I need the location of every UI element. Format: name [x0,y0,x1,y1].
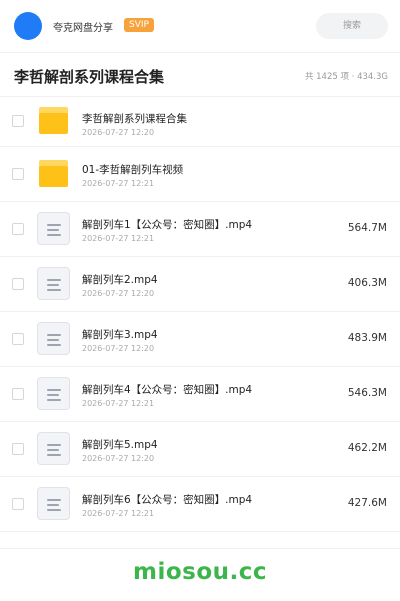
owner-name: 夸克网盘分享 [53,23,113,34]
item-name[interactable]: 解剖列车5.mp4 [82,437,158,452]
item-size: 483.9M [347,332,387,344]
file-row[interactable]: 解剖列车3.mp4 2026-07-27 12:20 483.9M [0,312,400,367]
video-file-icon [37,487,70,520]
video-file-icon [37,322,70,355]
file-row[interactable]: 解剖列车6【公众号：密知圈】.mp4 2026-07-27 12:21 427.6M [0,477,400,532]
item-date: 2026-07-27 12:21 [82,399,155,408]
select-checkbox[interactable] [12,443,24,455]
top-bar: 夸克网盘分享 SVIP [0,0,400,53]
item-date: 2026-07-27 12:21 [82,179,155,188]
item-summary: 共 1425 项 · 434.3G [304,72,388,82]
item-date: 2026-07-27 12:20 [82,344,155,353]
file-list: 李哲解剖系列课程合集 2026-07-27 12:20 01-李哲解剖列车视频 202… [0,96,400,532]
search-input[interactable] [316,13,388,39]
video-file-icon [37,212,70,245]
item-name[interactable]: 01-李哲解剖列车视频 [82,162,183,177]
item-name[interactable]: 解剖列车1【公众号：密知圈】.mp4 [82,217,252,232]
select-checkbox[interactable] [12,498,24,510]
svip-badge: SVIP [124,18,154,32]
video-file-icon [37,432,70,465]
footer: miosou.cc [0,548,400,601]
item-name[interactable]: 解剖列车2.mp4 [82,272,158,287]
select-checkbox[interactable] [12,223,24,235]
item-date: 2026-07-27 12:20 [82,128,155,137]
select-checkbox[interactable] [12,115,24,127]
folder-icon [39,107,68,134]
folder-header: 李哲解剖系列课程合集 共 1425 项 · 434.3G [0,52,400,97]
item-name[interactable]: 解剖列车6【公众号：密知圈】.mp4 [82,492,252,507]
item-name[interactable]: 解剖列车4【公众号：密知圈】.mp4 [82,382,252,397]
folder-row[interactable]: 李哲解剖系列课程合集 2026-07-27 12:20 [0,96,400,147]
video-file-icon [37,267,70,300]
select-checkbox[interactable] [12,168,24,180]
select-checkbox[interactable] [12,333,24,345]
video-file-icon [37,377,70,410]
item-date: 2026-07-27 12:21 [82,509,155,518]
item-name[interactable]: 李哲解剖系列课程合集 [82,111,187,126]
file-row[interactable]: 解剖列车1【公众号：密知圈】.mp4 2026-07-27 12:21 564.7M [0,202,400,257]
item-date: 2026-07-27 12:21 [82,234,155,243]
file-row[interactable]: 解剖列车2.mp4 2026-07-27 12:20 406.3M [0,257,400,312]
select-checkbox[interactable] [12,388,24,400]
item-size: 462.2M [347,442,387,454]
item-size: 427.6M [347,497,387,509]
item-date: 2026-07-27 12:20 [82,454,155,463]
file-row[interactable]: 解剖列车5.mp4 2026-07-27 12:20 462.2M [0,422,400,477]
item-name[interactable]: 解剖列车3.mp4 [82,327,158,342]
select-checkbox[interactable] [12,278,24,290]
item-date: 2026-07-27 12:20 [82,289,155,298]
folder-row[interactable]: 01-李哲解剖列车视频 2026-07-27 12:21 [0,147,400,202]
file-row[interactable]: 解剖列车4【公众号：密知圈】.mp4 2026-07-27 12:21 546.3M [0,367,400,422]
item-size: 406.3M [347,277,387,289]
item-size: 546.3M [347,387,387,399]
item-size: 564.7M [347,222,387,234]
page-title: 李哲解剖系列课程合集 [14,68,165,86]
watermark: miosou.cc [132,559,268,585]
avatar[interactable] [14,12,42,40]
folder-icon [39,160,68,187]
